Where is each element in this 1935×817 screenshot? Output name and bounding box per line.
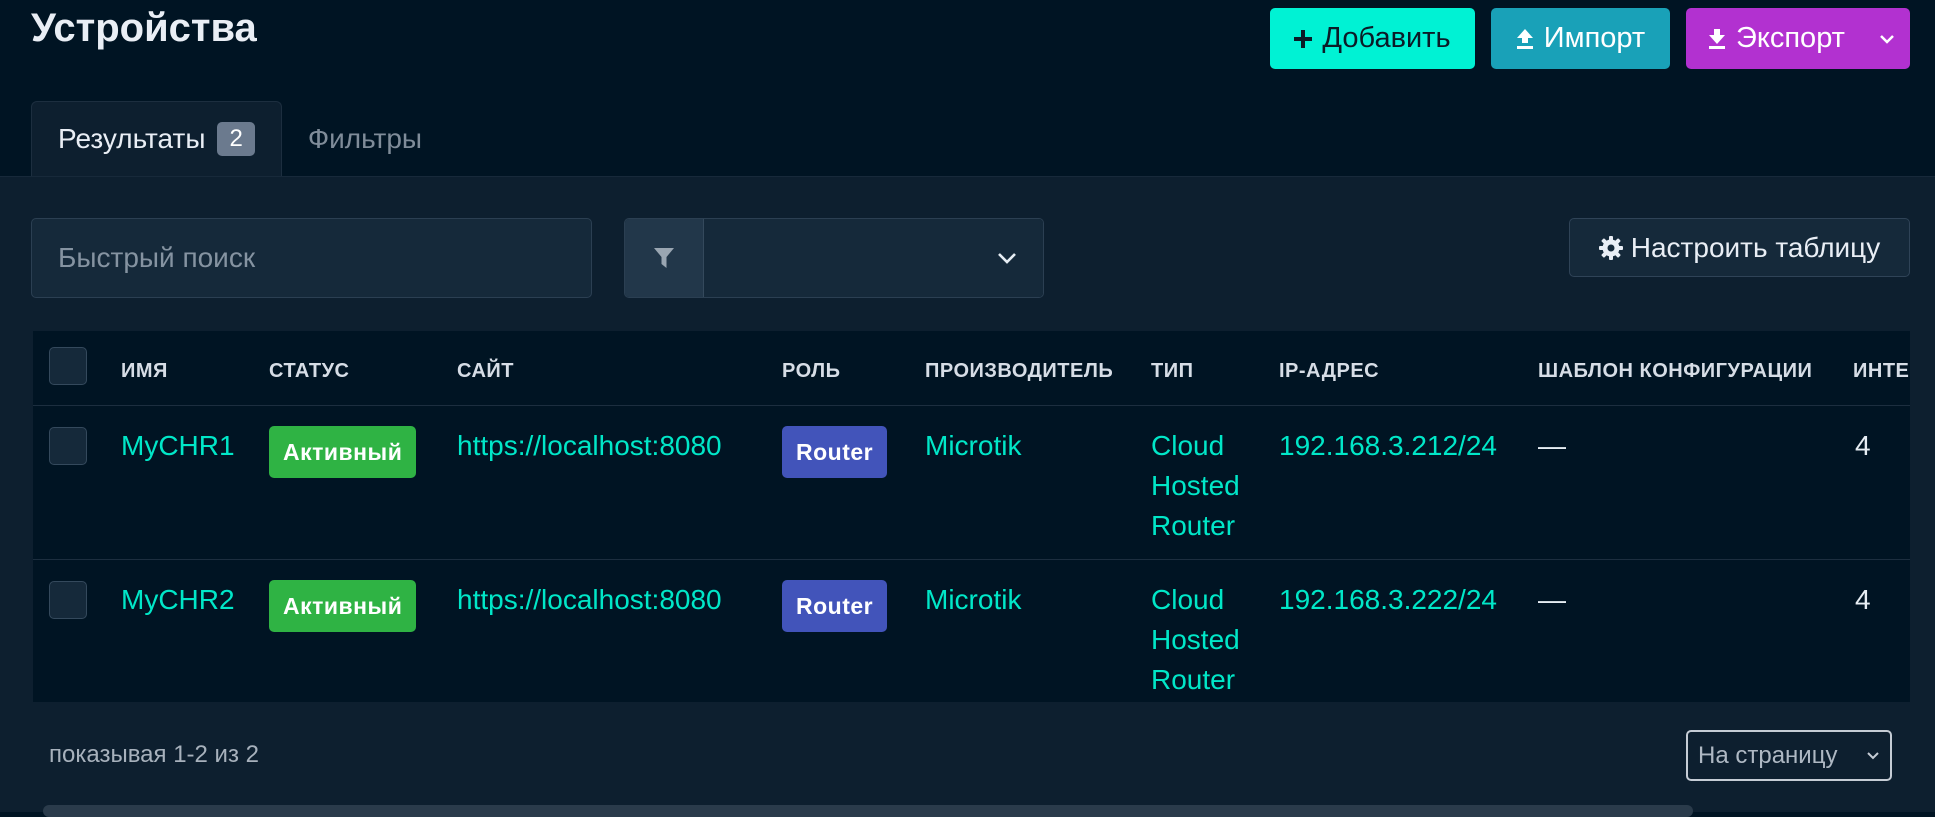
tab-results[interactable]: Результаты 2 — [31, 101, 282, 176]
saved-filter-group — [624, 218, 1044, 298]
per-page-placeholder: На страницу — [1698, 741, 1838, 769]
add-button[interactable]: Добавить — [1270, 8, 1475, 69]
column-header-role[interactable]: РОЛЬ — [782, 360, 841, 383]
gear-icon — [1598, 235, 1623, 260]
configure-table-label: Настроить таблицу — [1630, 231, 1881, 263]
column-header-status[interactable]: СТАТУС — [269, 360, 349, 383]
device-type-link[interactable]: Cloud Hosted Router — [1151, 426, 1261, 546]
manufacturer-link[interactable]: Microtik — [925, 580, 1021, 620]
column-header-ip-address[interactable]: IP-АДРЕС — [1279, 360, 1379, 383]
column-header-manufacturer[interactable]: ПРОИЗВОДИТЕЛЬ — [925, 360, 1113, 383]
site-link[interactable]: https://localhost:8080 — [457, 580, 722, 620]
tab-results-label: Результаты — [58, 123, 206, 154]
page-actions: Добавить Импорт Экспорт — [1270, 8, 1910, 69]
device-name-link[interactable]: MyCHR1 — [121, 426, 235, 466]
manufacturer-link[interactable]: Microtik — [925, 426, 1021, 466]
export-button-label: Экспорт — [1736, 22, 1845, 54]
status-badge: Активный — [269, 426, 417, 478]
per-page-select[interactable]: На страницу — [1686, 730, 1892, 781]
ip-address-link[interactable]: 192.168.3.222/24 — [1279, 580, 1497, 620]
results-count-badge: 2 — [217, 122, 255, 156]
status-badge: Активный — [269, 580, 417, 632]
import-button[interactable]: Импорт — [1491, 8, 1670, 69]
ip-address-link[interactable]: 192.168.3.212/24 — [1279, 426, 1497, 466]
tab-filters[interactable]: Фильтры — [282, 101, 448, 176]
interfaces-count: 4 — [1855, 430, 1871, 461]
device-name-link[interactable]: MyCHR2 — [121, 580, 235, 620]
interfaces-count: 4 — [1855, 584, 1871, 615]
config-template-value: — — [1538, 430, 1566, 461]
role-badge[interactable]: Router — [782, 426, 888, 478]
row-checkbox[interactable] — [49, 581, 87, 619]
export-button[interactable]: Экспорт — [1686, 8, 1910, 69]
table-row: MyCHR1 Активный https://localhost:8080 R… — [33, 406, 1910, 560]
device-type-link[interactable]: Cloud Hosted Router — [1151, 580, 1261, 700]
upload-icon — [1516, 28, 1533, 49]
column-header-config-template[interactable]: ШАБЛОН КОНФИГУРАЦИИ — [1538, 360, 1812, 383]
download-icon — [1709, 28, 1725, 49]
export-dropdown-toggle[interactable] — [1864, 8, 1910, 69]
table-row: MyCHR2 Активный https://localhost:8080 R… — [33, 560, 1910, 702]
row-checkbox[interactable] — [49, 427, 87, 465]
config-template-value: — — [1538, 584, 1566, 615]
column-header-name[interactable]: ИМЯ — [121, 360, 168, 383]
tab-filters-label: Фильтры — [307, 122, 423, 154]
plus-icon — [1294, 29, 1313, 48]
chevron-down-icon — [1880, 34, 1894, 44]
site-link[interactable]: https://localhost:8080 — [457, 426, 722, 466]
chevron-down-icon — [998, 253, 1016, 264]
select-all-checkbox[interactable] — [49, 347, 87, 385]
saved-filter-select[interactable] — [704, 219, 1043, 297]
tabs: Результаты 2 Фильтры — [31, 101, 448, 176]
table-header-row: ИМЯ СТАТУС САЙТ РОЛЬ ПРОИЗВОДИТЕЛЬ ТИП I… — [33, 331, 1910, 406]
column-header-site[interactable]: САЙТ — [457, 360, 514, 383]
role-badge[interactable]: Router — [782, 580, 888, 632]
pagination-summary: показывая 1-2 из 2 — [49, 741, 259, 768]
quick-search-input[interactable] — [31, 218, 592, 298]
configure-table-button[interactable]: Настроить таблицу — [1569, 218, 1910, 277]
page-title: Устройства — [31, 6, 257, 50]
column-header-type[interactable]: ТИП — [1151, 360, 1193, 383]
devices-table: ИМЯ СТАТУС САЙТ РОЛЬ ПРОИЗВОДИТЕЛЬ ТИП I… — [33, 331, 1910, 702]
filter-icon — [654, 248, 674, 268]
results-panel: Настроить таблицу ИМЯ СТАТУС САЙТ РОЛЬ П… — [0, 176, 1935, 817]
filter-button[interactable] — [625, 219, 704, 297]
chevron-down-icon — [1867, 752, 1879, 760]
horizontal-scrollbar[interactable] — [43, 805, 1693, 817]
devices-table-container[interactable]: ИМЯ СТАТУС САЙТ РОЛЬ ПРОИЗВОДИТЕЛЬ ТИП I… — [33, 331, 1910, 702]
import-button-label: Импорт — [1543, 22, 1646, 54]
column-header-interfaces[interactable]: ИНТЕ — [1853, 360, 1909, 383]
add-button-label: Добавить — [1322, 22, 1451, 54]
